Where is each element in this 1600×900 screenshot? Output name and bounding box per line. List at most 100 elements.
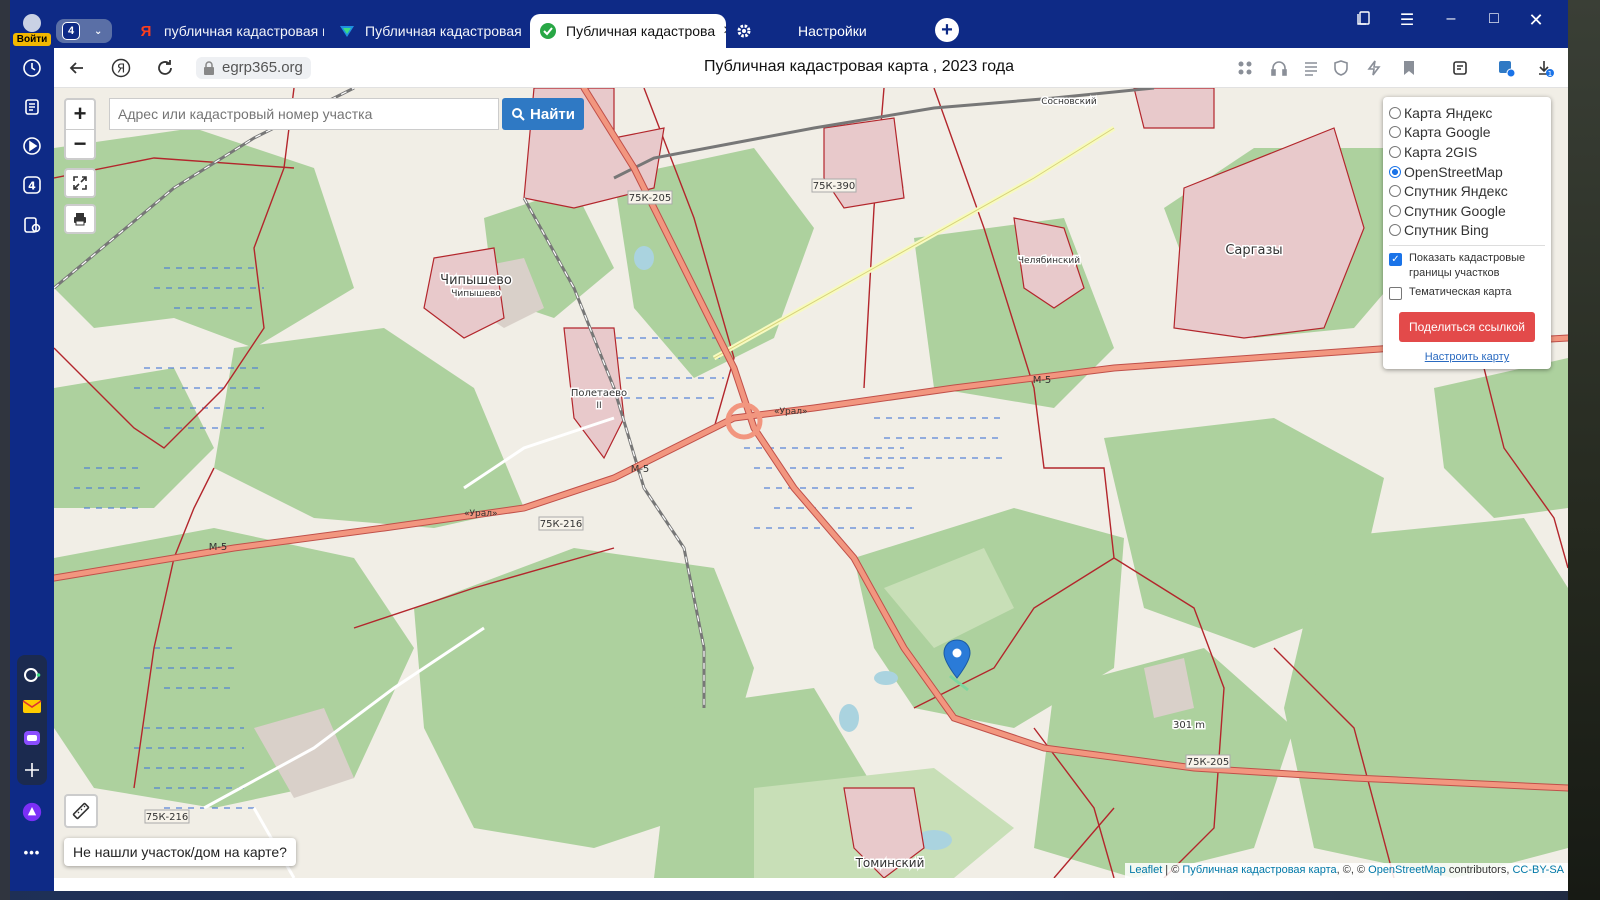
map-tiles: 75К-205 75К-390 75К-216 75К-216 75К-205 … — [54, 88, 1568, 878]
tab-switcher[interactable]: 4 ⌄ — [56, 19, 112, 43]
mail-icon[interactable] — [20, 694, 44, 718]
map-attribution: Leaflet | © Публичная кадастровая карта,… — [1125, 863, 1568, 878]
tab-count: 4 — [62, 22, 80, 40]
tab-label: Публичная кадастрова — [566, 23, 716, 39]
downloads-icon[interactable]: 1 — [1535, 58, 1555, 78]
layer-option[interactable]: OpenStreetMap — [1389, 162, 1545, 182]
url-field[interactable]: egrp365.org — [196, 57, 311, 79]
layer-option[interactable]: Карта Google — [1389, 123, 1545, 143]
search-icon — [512, 108, 525, 121]
road-label: 75К-390 — [813, 181, 856, 192]
layer-option[interactable]: Карта 2GIS — [1389, 142, 1545, 162]
checkbox-label: Показать кадастровые границы участков — [1409, 252, 1526, 280]
window-bottom-edge — [54, 878, 1568, 891]
turbo-icon[interactable] — [1364, 58, 1384, 78]
reader-icon[interactable] — [1301, 58, 1321, 78]
map-viewport[interactable]: 75К-205 75К-390 75К-216 75К-216 75К-205 … — [54, 88, 1568, 878]
checkbox-checked[interactable]: ✓ — [1389, 253, 1402, 267]
license-link[interactable]: CC-BY-SA — [1512, 864, 1564, 876]
zoom-out-button[interactable]: − — [66, 129, 94, 158]
configure-map-link[interactable]: Настроить карту — [1389, 351, 1545, 363]
radio-button[interactable] — [1389, 204, 1401, 217]
collections-icon[interactable] — [20, 95, 44, 119]
add-panel-icon[interactable] — [20, 758, 44, 782]
divider — [1389, 245, 1545, 247]
layer-option[interactable]: Спутник Google — [1389, 201, 1545, 221]
road-label: «Урал» — [464, 509, 497, 519]
back-icon[interactable] — [66, 57, 88, 79]
layer-label: Спутник Bing — [1404, 222, 1489, 239]
svg-text:Я: Я — [117, 62, 125, 76]
check-icon — [540, 23, 556, 39]
ruler-icon — [72, 802, 90, 820]
minimize-icon[interactable]: – — [1436, 10, 1466, 28]
protect-icon[interactable] — [1331, 58, 1351, 78]
screenshot-icon[interactable] — [20, 213, 44, 237]
tab-label: публичная кадастровая к — [164, 23, 324, 39]
attribution-text: , ©, © — [1336, 864, 1369, 876]
zoom-in-button[interactable]: + — [66, 100, 94, 129]
url-text: egrp365.org — [222, 59, 303, 76]
gear-icon — [736, 23, 752, 39]
address-bar: Я egrp365.org Публичная кадастровая карт… — [54, 48, 1568, 88]
tabs-icon[interactable]: 4 — [20, 173, 44, 197]
cadastral-toggle[interactable]: ✓ Показать кадастровые границы участков — [1389, 251, 1545, 281]
headphones-icon[interactable] — [1269, 58, 1289, 78]
extension-icon[interactable] — [1496, 58, 1516, 78]
search-input[interactable] — [109, 98, 499, 130]
layer-switcher: Карта Яндекс Карта Google Карта 2GIS Ope… — [1383, 97, 1551, 369]
road-label: 75К-205 — [1187, 757, 1230, 768]
radio-button[interactable] — [1389, 126, 1401, 139]
print-button[interactable] — [64, 204, 96, 234]
place-label: Томинский — [855, 856, 925, 870]
new-tab-button[interactable]: + — [935, 18, 959, 42]
thematic-toggle[interactable]: Тематическая карта — [1389, 285, 1545, 301]
rosreestr-icon — [339, 23, 355, 39]
history-icon[interactable] — [20, 56, 44, 80]
radio-button[interactable] — [1389, 106, 1401, 119]
chevron-down-icon: ⌄ — [94, 25, 103, 37]
page-title: Публичная кадастровая карта , 2023 года — [704, 58, 1014, 75]
tab-rosreestr[interactable]: Публичная кадастровая к — [329, 14, 525, 48]
layer-option[interactable]: Спутник Bing — [1389, 221, 1545, 241]
leaflet-link[interactable]: Leaflet — [1129, 864, 1162, 876]
close-window-icon[interactable]: ✕ — [1521, 10, 1551, 31]
find-button[interactable]: Найти — [502, 98, 584, 130]
fullscreen-button[interactable] — [64, 168, 96, 198]
not-found-button[interactable]: Не нашли участок/дом на карте? — [64, 838, 296, 866]
osm-link[interactable]: OpenStreetMap — [1368, 864, 1446, 876]
messenger-icon[interactable] — [20, 726, 44, 750]
bookmarks-panel-icon[interactable] — [1349, 10, 1379, 31]
layer-option[interactable]: Карта Яндекс — [1389, 103, 1545, 123]
reload-icon[interactable] — [154, 57, 176, 79]
reading-list-icon[interactable] — [1450, 58, 1470, 78]
place-label: Сосновский — [1041, 97, 1097, 107]
measure-button[interactable] — [64, 794, 98, 828]
menu-icon[interactable]: ☰ — [1392, 10, 1422, 30]
play-icon[interactable] — [20, 134, 44, 158]
yandex-icon: Я — [140, 22, 152, 40]
yandex-home-icon[interactable]: Я — [110, 57, 132, 79]
pkk-link[interactable]: Публичная кадастровая карта — [1182, 864, 1336, 876]
maximize-icon[interactable]: □ — [1479, 10, 1509, 28]
tab-yandex-cadastral[interactable]: Я публичная кадастровая к — [128, 14, 324, 48]
radio-button-selected[interactable] — [1389, 165, 1401, 178]
more-icon[interactable]: ••• — [20, 840, 44, 864]
layer-label: Карта 2GIS — [1404, 143, 1478, 160]
tab-settings[interactable]: Настройки — [726, 14, 926, 48]
alice-icon[interactable] — [20, 663, 44, 687]
tab-egrp365-active[interactable]: Публичная кадастрова × — [530, 14, 726, 48]
radio-button[interactable] — [1389, 224, 1401, 237]
login-button[interactable]: Войти — [13, 14, 51, 46]
layer-option[interactable]: Спутник Яндекс — [1389, 181, 1545, 201]
bookmark-icon[interactable] — [1399, 58, 1419, 78]
checkbox[interactable] — [1389, 287, 1402, 301]
print-icon — [74, 213, 86, 226]
radio-button[interactable] — [1389, 145, 1401, 158]
fullscreen-icon — [73, 176, 87, 190]
apps-icon[interactable] — [1235, 58, 1255, 78]
share-button[interactable]: Поделиться ссылкой — [1399, 312, 1535, 343]
alice-assistant-icon[interactable] — [20, 800, 44, 824]
radio-button[interactable] — [1389, 185, 1401, 198]
place-label: Саргазы — [1225, 243, 1282, 258]
